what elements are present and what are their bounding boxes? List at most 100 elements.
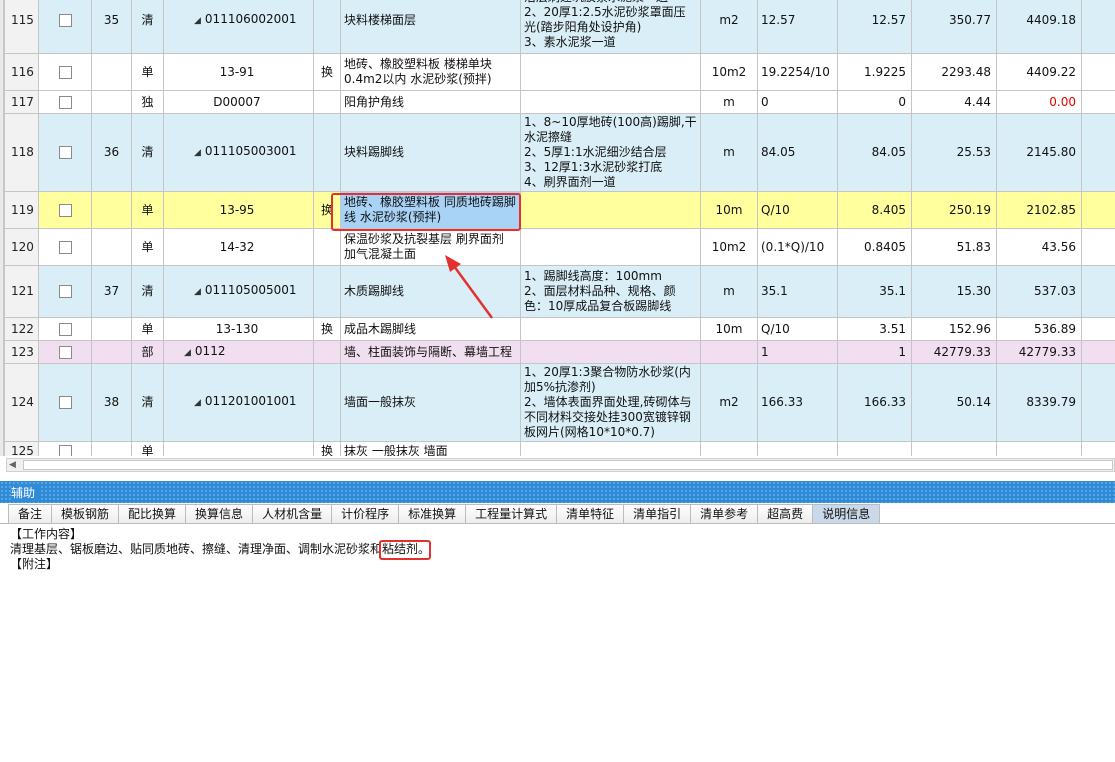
code-cell[interactable]: ◢ 0112 — [163, 340, 314, 364]
row-number[interactable]: 122 — [4, 317, 39, 341]
extra-cell[interactable] — [1081, 441, 1115, 456]
row-checkbox[interactable] — [58, 240, 72, 254]
price-cell[interactable] — [911, 441, 997, 456]
seq-cell[interactable]: 38 — [91, 363, 132, 442]
seq-cell[interactable] — [91, 340, 132, 364]
row-checkbox[interactable] — [58, 285, 72, 298]
change-cell[interactable] — [313, 113, 341, 192]
code-cell[interactable]: 13-91 — [163, 53, 314, 91]
total-cell[interactable]: 536.89 — [996, 317, 1082, 341]
total-cell[interactable]: 43.56 — [996, 228, 1082, 266]
table-row[interactable]: 116 单 13-91 换地砖、橡胶塑料板 楼梯单块0.4m2以内 水泥砂浆(预拌) 1… — [4, 53, 1115, 91]
name-cell[interactable]: 墙、柱面装饰与隔断、幕墙工程 — [340, 340, 521, 364]
name-cell[interactable]: 阳角护角线 — [340, 90, 521, 114]
type-cell[interactable]: 清 — [131, 265, 164, 318]
bill-grid[interactable]: 11535清◢011106002001块料楼梯面层洁层刷建筑胶素水泥浆一遍2、2… — [0, 0, 1115, 456]
price-cell[interactable]: 152.96 — [911, 317, 997, 341]
tab-6[interactable]: 标准换算 — [398, 504, 467, 524]
seq-cell[interactable] — [91, 228, 132, 266]
type-cell[interactable]: 独 — [131, 90, 164, 114]
price-cell[interactable]: 25.53 — [911, 113, 997, 192]
table-row[interactable]: 124 38 清 ◢ 011201001001 墙面一般抹灰 1、20厚1:3聚合物防水砂浆… — [4, 363, 1115, 442]
qty-cell[interactable]: 35.1 — [837, 265, 912, 318]
row-number[interactable]: 121 — [4, 265, 39, 318]
tab-0[interactable]: 备注 — [8, 504, 53, 524]
row-checkbox[interactable] — [58, 322, 72, 336]
expr-cell[interactable]: 19.2254/10 — [757, 53, 838, 91]
checkbox-cell[interactable] — [38, 441, 92, 456]
expr-cell[interactable] — [757, 441, 838, 456]
code-cell[interactable]: 13-95 — [163, 191, 314, 229]
type-cell[interactable]: 部 — [131, 340, 164, 364]
tab-7[interactable]: 工程量计算式 — [465, 504, 558, 524]
change-cell[interactable]: 换 — [313, 191, 341, 229]
extra-cell[interactable] — [1081, 0, 1115, 54]
row-number[interactable]: 116 — [4, 53, 39, 91]
table-row[interactable]: 121 37 清 ◢ 011105005001 木质踢脚线 1、踢脚线高度：100mm 2、面… — [4, 265, 1115, 318]
table-row[interactable]: 115 35清◢011106002001 块料楼梯面层洁层刷建筑胶素水泥浆一遍2、2… — [4, 0, 1115, 54]
total-cell[interactable]: 0.00 — [996, 90, 1082, 114]
tab-4[interactable]: 人材机含量 — [252, 504, 333, 524]
total-cell[interactable]: 8339.79 — [996, 363, 1082, 442]
tab-11[interactable]: 超高费 — [757, 504, 814, 524]
extra-cell[interactable] — [1081, 228, 1115, 266]
change-cell[interactable]: 换 — [313, 53, 341, 91]
total-cell[interactable]: 2102.85 — [996, 191, 1082, 229]
row-number[interactable]: 115 — [4, 0, 39, 54]
expr-cell[interactable]: 35.1 — [757, 265, 838, 318]
total-cell[interactable] — [996, 441, 1082, 456]
price-cell[interactable]: 42779.33 — [911, 340, 997, 364]
qty-cell[interactable]: 166.33 — [837, 363, 912, 442]
qty-cell[interactable]: 8.405 — [837, 191, 912, 229]
qty-cell[interactable]: 0 — [837, 90, 912, 114]
table-row[interactable]: 117 独 D00007 阳角护角线 m 0 0 4.44 0.00 — [4, 90, 1115, 114]
unit-cell[interactable]: 10m — [700, 317, 758, 341]
row-checkbox[interactable] — [58, 13, 72, 27]
code-cell[interactable] — [163, 441, 314, 456]
expr-cell[interactable]: 166.33 — [757, 363, 838, 442]
row-number[interactable]: 123 — [4, 340, 39, 364]
expr-cell[interactable]: 84.05 — [757, 113, 838, 192]
unit-cell[interactable]: m2 — [700, 363, 758, 442]
expand-triangle-icon[interactable]: ◢ — [194, 398, 201, 408]
price-cell[interactable]: 250.19 — [911, 191, 997, 229]
expand-triangle-icon[interactable]: ◢ — [184, 348, 191, 358]
feature-cell[interactable]: 洁层刷建筑胶素水泥浆一遍2、20厚1:2.5水泥砂浆罩面压光(踏步阳角处设护角)… — [520, 0, 701, 54]
horizontal-scrollbar[interactable]: ◀ — [6, 458, 1115, 472]
type-cell[interactable]: 单 — [131, 191, 164, 229]
checkbox-cell[interactable] — [38, 265, 92, 318]
feature-cell[interactable] — [520, 53, 701, 91]
change-cell[interactable] — [313, 265, 341, 318]
code-cell[interactable]: D00007 — [163, 90, 314, 114]
name-cell[interactable]: 地砖、橡胶塑料板 同质地砖踢脚线 水泥砂浆(预拌) — [340, 191, 521, 229]
unit-cell[interactable]: 10m — [700, 191, 758, 229]
seq-cell[interactable]: 37 — [91, 265, 132, 318]
checkbox-cell[interactable] — [38, 317, 92, 341]
qty-cell[interactable]: 12.57 — [837, 0, 912, 54]
expr-cell[interactable]: 0 — [757, 90, 838, 114]
unit-cell[interactable] — [700, 340, 758, 364]
row-checkbox[interactable] — [58, 65, 72, 79]
tab-10[interactable]: 清单参考 — [690, 504, 759, 524]
extra-cell[interactable] — [1081, 363, 1115, 442]
expr-cell[interactable]: 12.57 — [757, 0, 838, 54]
row-number[interactable]: 125 — [4, 441, 39, 456]
change-cell[interactable] — [313, 90, 341, 114]
name-cell[interactable]: 抹灰 一般抹灰 墙面 — [340, 441, 521, 456]
price-cell[interactable]: 15.30 — [911, 265, 997, 318]
type-cell[interactable]: 单 — [131, 441, 164, 456]
total-cell[interactable]: 2145.80 — [996, 113, 1082, 192]
scrollbar-thumb[interactable] — [23, 460, 1113, 470]
feature-cell[interactable] — [520, 441, 701, 456]
seq-cell[interactable] — [91, 191, 132, 229]
expr-cell[interactable]: Q/10 — [757, 317, 838, 341]
code-cell[interactable]: ◢ 011105005001 — [163, 265, 314, 318]
tab-5[interactable]: 计价程序 — [331, 504, 400, 524]
tab-12[interactable]: 说明信息 — [812, 504, 881, 524]
change-cell[interactable] — [313, 0, 341, 54]
row-checkbox[interactable] — [58, 203, 72, 217]
change-cell[interactable]: 换 — [313, 317, 341, 341]
expr-cell[interactable]: (0.1*Q)/10 — [757, 228, 838, 266]
expr-cell[interactable]: Q/10 — [757, 191, 838, 229]
extra-cell[interactable] — [1081, 317, 1115, 341]
